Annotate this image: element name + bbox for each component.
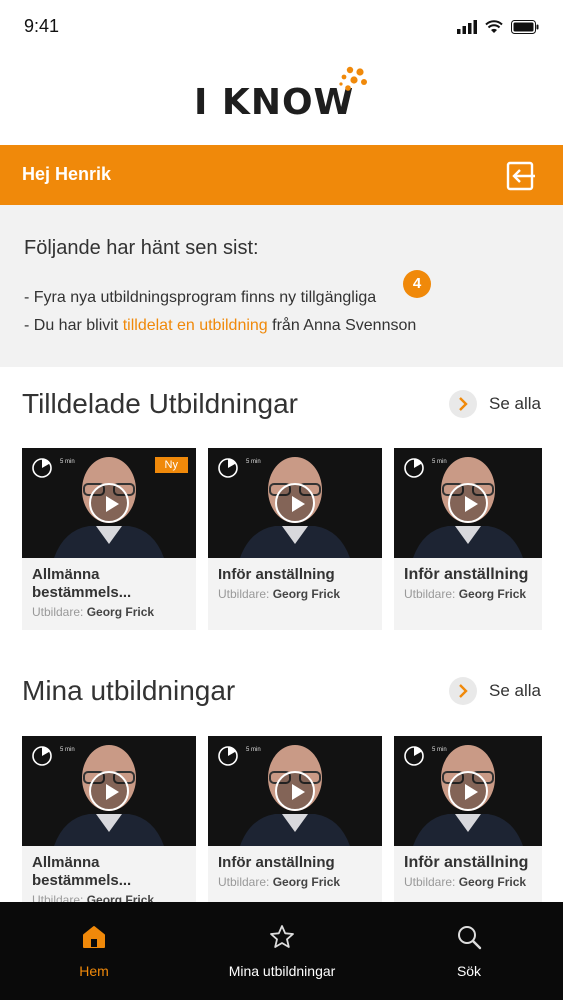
assigned-section-title: Tilldelade Utbildningar (22, 388, 299, 419)
news-title: Följande har hänt sen sist: (24, 237, 259, 259)
duration-label: 5 min (432, 459, 447, 465)
duration-label: 5 min (60, 459, 75, 465)
bottom-tab-bar: Hem Mina utbildningar Sök (0, 902, 563, 1000)
assigned-course-link[interactable]: tilldelat en utbildning (123, 317, 268, 334)
course-title: Allmänna bestämmels... (32, 854, 132, 889)
course-title: Inför anställning (218, 854, 335, 871)
wifi-icon (485, 20, 503, 33)
status-bar: 9:41 (0, 0, 563, 54)
course-thumbnail: 5 min (208, 736, 382, 846)
tab-label: Sök (456, 963, 482, 979)
logout-button[interactable] (505, 160, 537, 192)
course-teacher: Utbildare: Georg Frick (32, 605, 155, 619)
battery-icon (511, 20, 539, 34)
news-item-suffix: från Anna Svennson (267, 317, 417, 334)
tab-label: Mina utbildningar (228, 963, 336, 979)
course-thumbnail: 5 min (394, 448, 542, 558)
news-item: - Fyra nya utbildningsprogram finns ny t… (24, 289, 377, 306)
duration-label: 5 min (60, 747, 75, 753)
course-card[interactable]: 5 min Inför anställning Utbildare: Georg… (394, 448, 542, 630)
status-time: 9:41 (24, 16, 60, 36)
duration-clock-icon (218, 458, 238, 478)
course-title: Inför anställning (218, 566, 335, 583)
course-teacher: Utbildare: Georg Frick (218, 587, 341, 601)
logout-icon (506, 161, 535, 191)
play-button[interactable] (275, 771, 315, 811)
course-thumbnail: 5 min Ny (22, 448, 196, 558)
news-item-prefix: - Du har blivit (24, 317, 123, 334)
signal-icon (457, 20, 477, 34)
status-icons (457, 20, 539, 34)
mine-section-header: Mina utbildningar Se alla (0, 675, 563, 715)
course-teacher: Utbildare: Georg Frick (404, 587, 527, 601)
duration-clock-icon (404, 746, 424, 766)
home-icon (83, 926, 105, 948)
course-title: Allmänna bestämmels... (32, 566, 132, 601)
mine-see-all-button[interactable]: Se alla (449, 677, 541, 705)
course-card[interactable]: 5 min Ny Allmänna bestämmels... Utbildar… (22, 448, 196, 630)
chevron-right-icon (449, 677, 478, 705)
mine-course-list: 5 min Allmänna bestämmels... Utbildare: … (0, 736, 563, 918)
mine-section-title: Mina utbildningar (22, 675, 236, 706)
logo-dots-icon (339, 66, 367, 91)
course-teacher: Utbildare: Georg Frick (218, 875, 341, 889)
course-teacher: Utbildare: Georg Frick (404, 875, 527, 889)
duration-clock-icon (32, 746, 52, 766)
course-thumbnail: 5 min (208, 448, 382, 558)
duration-label: 5 min (432, 747, 447, 753)
course-title: Inför anställning (404, 566, 529, 583)
greeting-bar: Hej Henrik (0, 145, 563, 205)
news-panel: Följande har hänt sen sist: - Fyra nya u… (0, 205, 563, 367)
star-icon (270, 925, 294, 948)
duration-label: 5 min (246, 459, 261, 465)
tab-label: Hem (79, 963, 109, 979)
news-count-badge: 4 (403, 270, 431, 298)
search-icon (458, 926, 482, 950)
see-all-label: Se alla (489, 394, 541, 413)
course-card[interactable]: 5 min Inför anställning Utbildare: Georg… (208, 448, 382, 630)
play-button[interactable] (448, 771, 488, 811)
course-thumbnail: 5 min (22, 736, 196, 846)
chevron-right-icon (449, 390, 478, 418)
assigned-section-header: Tilldelade Utbildningar Se alla (0, 388, 563, 428)
assigned-see-all-button[interactable]: Se alla (449, 390, 541, 418)
play-button[interactable] (448, 483, 488, 523)
app-logo: I KNOW (0, 64, 563, 124)
duration-label: 5 min (246, 747, 261, 753)
course-card[interactable]: 5 min Allmänna bestämmels... Utbildare: … (22, 736, 196, 918)
tab-home[interactable]: Hem (34, 902, 154, 1000)
course-card[interactable]: 5 min Inför anställning Utbildare: Georg… (394, 736, 542, 918)
new-badge: Ny (154, 457, 188, 473)
duration-clock-icon (404, 458, 424, 478)
see-all-label: Se alla (489, 681, 541, 700)
duration-clock-icon (218, 746, 238, 766)
course-thumbnail: 5 min (394, 736, 542, 846)
logo-text: I KNOW (194, 82, 355, 123)
tab-my-courses[interactable]: Mina utbildningar (206, 902, 358, 1000)
play-button[interactable] (275, 483, 315, 523)
greeting-text: Hej Henrik (22, 164, 112, 184)
course-card[interactable]: 5 min Inför anställning Utbildare: Georg… (208, 736, 382, 918)
play-button[interactable] (89, 483, 129, 523)
play-button[interactable] (89, 771, 129, 811)
tab-search[interactable]: Sök (420, 902, 518, 1000)
duration-clock-icon (32, 458, 52, 478)
assigned-course-list: 5 min Ny Allmänna bestämmels... Utbildar… (0, 448, 563, 630)
news-item: - Du har blivit tilldelat en utbildning … (24, 317, 416, 335)
course-title: Inför anställning (404, 854, 529, 871)
